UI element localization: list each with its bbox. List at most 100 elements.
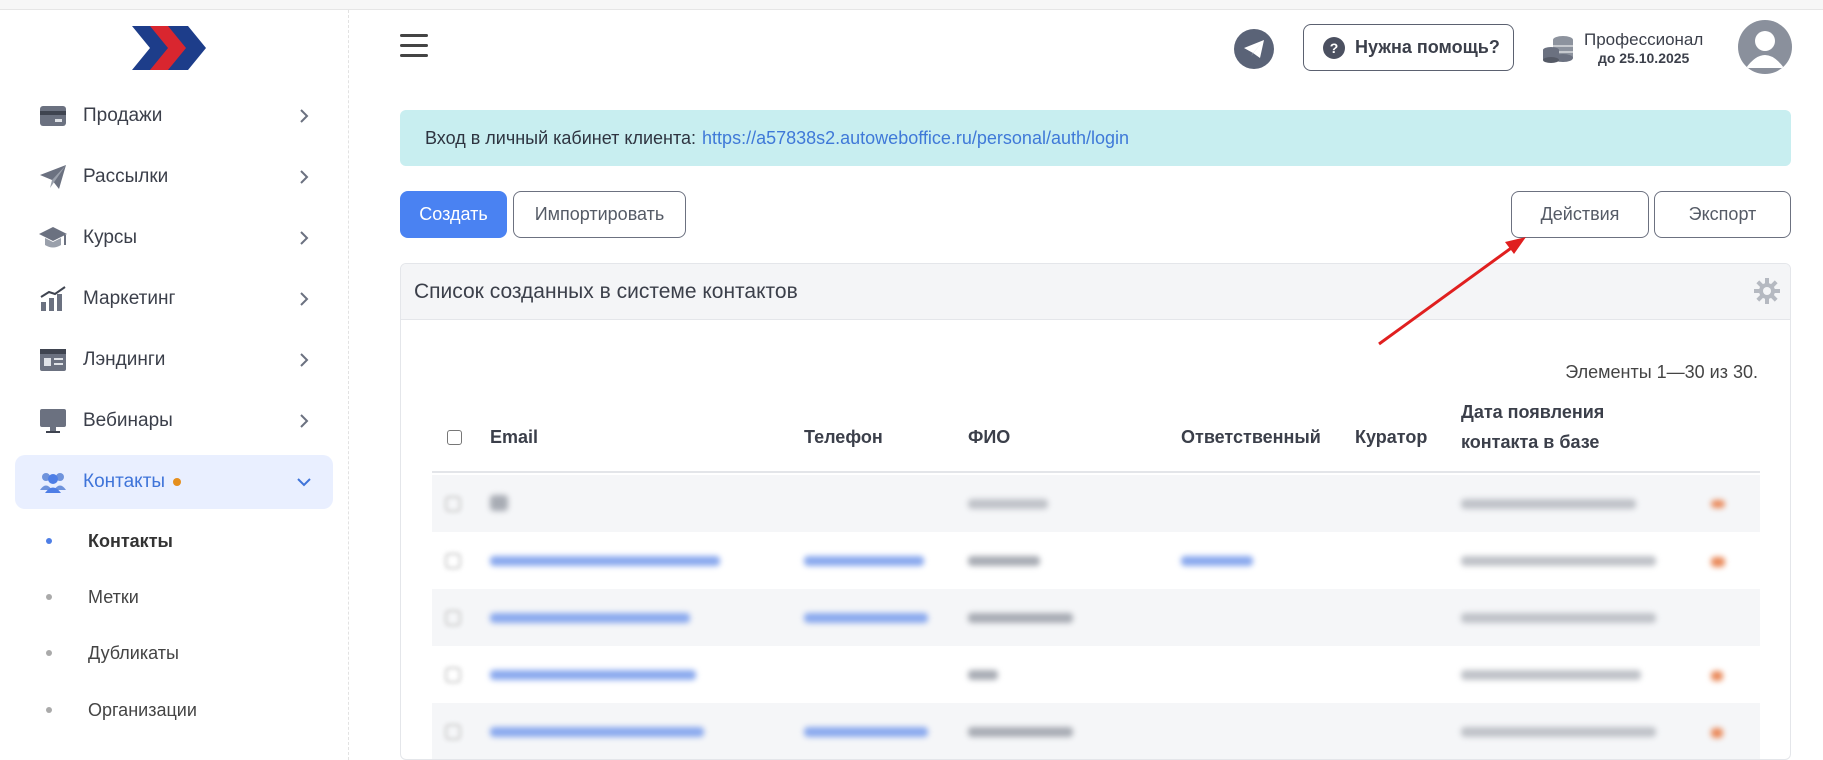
telegram-button[interactable] <box>1234 29 1274 69</box>
table-row[interactable] <box>432 646 1760 703</box>
table-header: Email Телефон ФИО Ответственный Куратор … <box>432 399 1760 473</box>
items-count: Элементы 1—30 из 30. <box>1565 362 1758 382</box>
sidebar-item-mailings[interactable]: Рассылки <box>15 150 333 204</box>
sidebar-item-marketing[interactable]: Маркетинг <box>15 272 333 326</box>
row-flag-icon <box>1711 728 1723 738</box>
row-date <box>1461 727 1656 737</box>
card-header: Список созданных в системе контактов <box>401 264 1790 320</box>
submenu-item-label: Организации <box>88 699 197 720</box>
paper-plane-icon <box>35 159 71 195</box>
question-icon: ? <box>1323 36 1345 59</box>
graduation-cap-icon <box>35 220 71 256</box>
sidebar-item-label: Лэндинги <box>83 349 166 370</box>
chevron-right-icon <box>289 169 319 185</box>
contacts-card: Список созданных в системе контактов Эле… <box>400 263 1791 760</box>
bullet-icon <box>46 650 52 656</box>
telegram-icon <box>1244 40 1264 58</box>
plan-until: до 25.10.2025 <box>1597 50 1690 66</box>
column-name[interactable]: ФИО <box>968 427 1010 448</box>
column-date-added[interactable]: Дата появления контакта в базе <box>1461 397 1604 457</box>
row-phone <box>804 556 924 566</box>
create-button[interactable]: Создать <box>400 191 507 238</box>
submenu-item-duplicates[interactable]: Дубликаты <box>46 638 179 668</box>
row-name <box>968 670 998 680</box>
table-row[interactable] <box>432 475 1760 532</box>
contacts-label: Контакты <box>83 471 166 492</box>
users-icon <box>35 464 71 500</box>
bullet-icon <box>46 538 52 544</box>
row-checkbox[interactable] <box>445 553 461 569</box>
bullet-icon <box>46 707 52 713</box>
sidebar-item-courses[interactable]: Курсы <box>15 211 333 265</box>
card-icon <box>35 98 71 134</box>
user-icon <box>1746 31 1784 68</box>
sidebar-item-label: Продажи <box>83 105 163 126</box>
row-date <box>1461 670 1641 680</box>
column-email[interactable]: Email <box>490 427 538 448</box>
sidebar-item-landings[interactable]: Лэндинги <box>15 333 333 387</box>
row-name <box>968 727 1073 737</box>
table-row[interactable] <box>432 703 1760 759</box>
row-checkbox[interactable] <box>445 724 461 740</box>
notification-dot <box>173 477 182 486</box>
menu-toggle-icon[interactable] <box>400 34 428 60</box>
client-cabinet-info: Вход в личный кабинет клиента: https://a… <box>400 110 1791 166</box>
sidebar: Продажи Рассылки Курсы Маркетинг Лэндинг… <box>0 10 349 760</box>
actions-button[interactable]: Действия <box>1511 191 1649 238</box>
card-title: Список созданных в системе контактов <box>414 279 798 303</box>
row-email <box>490 613 690 623</box>
submenu-item-tags[interactable]: Метки <box>46 582 139 612</box>
submenu-item-label: Дубликаты <box>88 642 179 663</box>
coins-icon <box>1542 32 1576 66</box>
chevron-right-icon <box>289 352 319 368</box>
row-email <box>490 670 696 680</box>
row-checkbox[interactable] <box>445 667 461 683</box>
row-date <box>1461 556 1656 566</box>
top-strip <box>0 0 1823 10</box>
chevron-right-icon <box>289 291 319 307</box>
submenu-item-label: Контакты <box>88 530 173 551</box>
sidebar-item-label: Маркетинг <box>83 288 176 309</box>
chevron-right-icon <box>289 413 319 429</box>
plan-name: Профессионал <box>1584 30 1704 49</box>
row-date <box>1461 613 1656 623</box>
submenu-item-label: Метки <box>88 586 139 607</box>
gear-icon[interactable] <box>1754 278 1780 304</box>
client-cabinet-link[interactable]: https://a57838s2.autoweboffice.ru/person… <box>702 128 1129 149</box>
column-phone[interactable]: Телефон <box>804 427 883 448</box>
chevron-right-icon <box>289 230 319 246</box>
row-checkbox[interactable] <box>445 496 461 512</box>
help-button-label: Нужна помощь? <box>1355 37 1500 57</box>
sidebar-item-label: Рассылки <box>83 166 169 187</box>
row-email <box>490 556 720 566</box>
chevron-down-icon <box>289 477 319 487</box>
logo[interactable] <box>130 24 208 72</box>
help-button[interactable]: ? Нужна помощь? <box>1303 24 1514 71</box>
row-date <box>1461 499 1636 509</box>
row-phone <box>804 613 928 623</box>
row-checkbox[interactable] <box>445 610 461 626</box>
column-date-line1: Дата появления <box>1461 402 1605 422</box>
plan-info[interactable]: Профессионал до 25.10.2025 <box>1542 28 1712 70</box>
table-row[interactable] <box>432 589 1760 646</box>
row-flag-icon <box>1711 671 1723 681</box>
avatar[interactable] <box>1738 20 1792 74</box>
column-curator[interactable]: Куратор <box>1355 427 1427 448</box>
chart-growth-icon <box>35 281 71 317</box>
sidebar-item-webinars[interactable]: Вебинары <box>15 394 333 448</box>
monitor-icon <box>35 403 71 439</box>
column-responsible[interactable]: Ответственный <box>1181 427 1321 448</box>
sidebar-item-label: Контакты <box>83 471 289 493</box>
chevron-right-icon <box>289 108 319 124</box>
sidebar-item-label: Курсы <box>83 227 138 248</box>
export-button[interactable]: Экспорт <box>1654 191 1791 238</box>
sidebar-item-contacts[interactable]: Контакты <box>15 455 333 509</box>
submenu-item-organizations[interactable]: Организации <box>46 695 197 725</box>
import-button[interactable]: Импортировать <box>513 191 686 238</box>
landing-page-icon <box>35 342 71 378</box>
sidebar-item-sales[interactable]: Продажи <box>15 89 333 143</box>
table-row[interactable] <box>432 532 1760 589</box>
submenu-item-contacts[interactable]: Контакты <box>46 526 173 556</box>
select-all-checkbox[interactable] <box>447 430 462 445</box>
row-phone <box>804 727 928 737</box>
